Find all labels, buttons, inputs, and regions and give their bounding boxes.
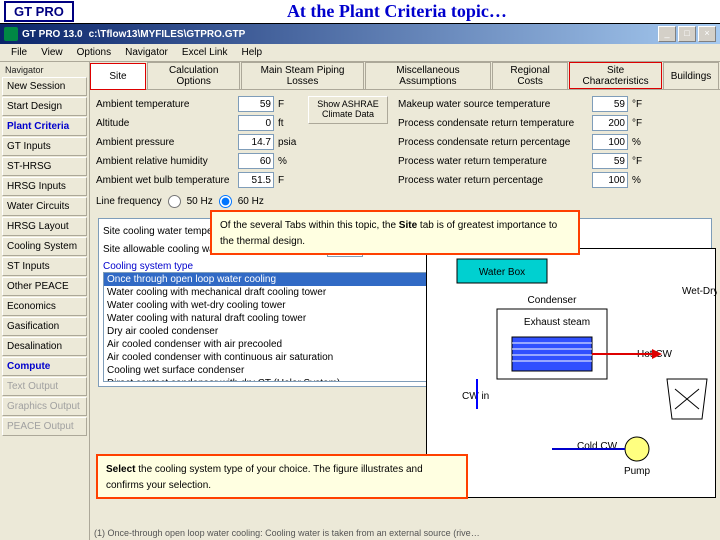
menu-options[interactable]: Options [70, 47, 118, 58]
menu-view[interactable]: View [34, 47, 70, 58]
diagram-svg: Water Box Condenser Exhaust steam Hot CW… [427, 249, 717, 499]
maximize-button[interactable]: □ [678, 26, 696, 42]
row-makeup-water: Makeup water source temperature°F [398, 96, 652, 112]
callout-site-tab: Of the several Tabs within this topic, t… [210, 210, 580, 255]
tab-strip: Site Calculation Options Main Steam Pipi… [90, 62, 720, 90]
content-area: Site Calculation Options Main Steam Pipi… [90, 62, 720, 540]
proc-water-pct-input[interactable] [592, 172, 628, 188]
nav-new-session[interactable]: New Session [2, 77, 87, 96]
nav-gasification[interactable]: Gasification [2, 317, 87, 336]
tab-buildings[interactable]: Buildings [663, 62, 719, 89]
condensate-temp-input[interactable] [592, 115, 628, 131]
svg-text:CW in: CW in [462, 391, 489, 402]
proc-water-temp-input[interactable] [592, 153, 628, 169]
nav-water-circuits[interactable]: Water Circuits [2, 197, 87, 216]
tab-regional-costs[interactable]: Regional Costs [492, 62, 568, 89]
callout-select-cooling: Select the cooling system type of your c… [96, 454, 468, 499]
presentation-banner: GT PRO At the Plant Criteria topic… [0, 0, 720, 24]
logo-text: GT PRO [4, 1, 74, 22]
svg-text:Pump: Pump [624, 466, 651, 477]
freq-60-radio[interactable] [219, 195, 232, 208]
row-condensate-pct: Process condensate return percentage% [398, 134, 652, 150]
tab-misc-assumptions[interactable]: Miscellaneous Assumptions [365, 62, 491, 89]
condensate-pct-input[interactable] [592, 134, 628, 150]
ashrae-button[interactable]: Show ASHRAE Climate Data [308, 96, 388, 124]
ambient-wb-input[interactable] [238, 172, 274, 188]
nav-compute[interactable]: Compute [2, 357, 87, 376]
svg-text:Cold CW: Cold CW [577, 441, 618, 452]
row-proc-water-temp: Process water return temperature°F [398, 153, 652, 169]
freq-50-radio[interactable] [168, 195, 181, 208]
nav-graphics-output[interactable]: Graphics Output [2, 397, 87, 416]
cooling-diagram: Water Box Condenser Exhaust steam Hot CW… [426, 248, 716, 498]
nav-gt-inputs[interactable]: GT Inputs [2, 137, 87, 156]
tab-calc-options[interactable]: Calculation Options [147, 62, 240, 89]
close-button[interactable]: × [698, 26, 716, 42]
ambient-pressure-input[interactable] [238, 134, 274, 150]
menu-file[interactable]: File [4, 47, 34, 58]
nav-desalination[interactable]: Desalination [2, 337, 87, 356]
app-icon [4, 27, 18, 41]
tab-site-characteristics[interactable]: Site Characteristics [569, 62, 662, 89]
row-condensate-temp: Process condensate return temperature°F [398, 115, 652, 131]
svg-text:Condenser: Condenser [528, 295, 578, 306]
tab-site[interactable]: Site [90, 63, 146, 90]
tab-main-steam[interactable]: Main Steam Piping Losses [241, 62, 363, 89]
nav-st-hrsg[interactable]: ST-HRSG [2, 157, 87, 176]
menu-bar: File View Options Navigator Excel Link H… [0, 44, 720, 62]
app-title: GT PRO 13.0 [22, 29, 83, 40]
row-altitude: Altitudeft [96, 115, 298, 131]
nav-other-peace[interactable]: Other PEACE [2, 277, 87, 296]
svg-text:Water Box: Water Box [479, 267, 525, 278]
ambient-rh-input[interactable] [238, 153, 274, 169]
ambient-temp-input[interactable] [238, 96, 274, 112]
nav-start-design[interactable]: Start Design [2, 97, 87, 116]
row-ambient-wb: Ambient wet bulb temperatureF [96, 172, 298, 188]
nav-plant-criteria[interactable]: Plant Criteria [2, 117, 87, 136]
nav-text-output[interactable]: Text Output [2, 377, 87, 396]
row-proc-water-pct: Process water return percentage% [398, 172, 652, 188]
menu-excel-link[interactable]: Excel Link [175, 47, 235, 58]
menu-navigator[interactable]: Navigator [118, 47, 175, 58]
sidebar-header: Navigator [2, 64, 87, 76]
row-ambient-temp: Ambient temperatureF [96, 96, 298, 112]
nav-hrsg-inputs[interactable]: HRSG Inputs [2, 177, 87, 196]
nav-hrsg-layout[interactable]: HRSG Layout [2, 217, 87, 236]
svg-text:Wet-Dry CT: Wet-Dry CT [682, 286, 717, 297]
banner-title: At the Plant Criteria topic… [74, 1, 720, 22]
window-titlebar: GT PRO 13.0 c:\Tflow13\MYFILES\GTPRO.GTP… [0, 24, 720, 44]
file-path: c:\Tflow13\MYFILES\GTPRO.GTP [89, 29, 246, 40]
site-form: Ambient temperatureF Altitudeft Ambient … [90, 90, 720, 214]
nav-st-inputs[interactable]: ST Inputs [2, 257, 87, 276]
navigator-sidebar: Navigator New Session Start Design Plant… [0, 62, 90, 540]
makeup-water-input[interactable] [592, 96, 628, 112]
nav-cooling-system[interactable]: Cooling System [2, 237, 87, 256]
menu-help[interactable]: Help [234, 47, 269, 58]
minimize-button[interactable]: _ [658, 26, 676, 42]
cooling-footnote: (1) Once-through open loop water cooling… [94, 528, 480, 538]
nav-peace-output[interactable]: PEACE Output [2, 417, 87, 436]
nav-economics[interactable]: Economics [2, 297, 87, 316]
svg-text:Exhaust steam: Exhaust steam [524, 317, 590, 328]
row-ambient-rh: Ambient relative humidity% [96, 153, 298, 169]
altitude-input[interactable] [238, 115, 274, 131]
row-ambient-pressure: Ambient pressurepsia [96, 134, 298, 150]
line-frequency-row: Line frequency 50 Hz 60 Hz [96, 195, 298, 208]
